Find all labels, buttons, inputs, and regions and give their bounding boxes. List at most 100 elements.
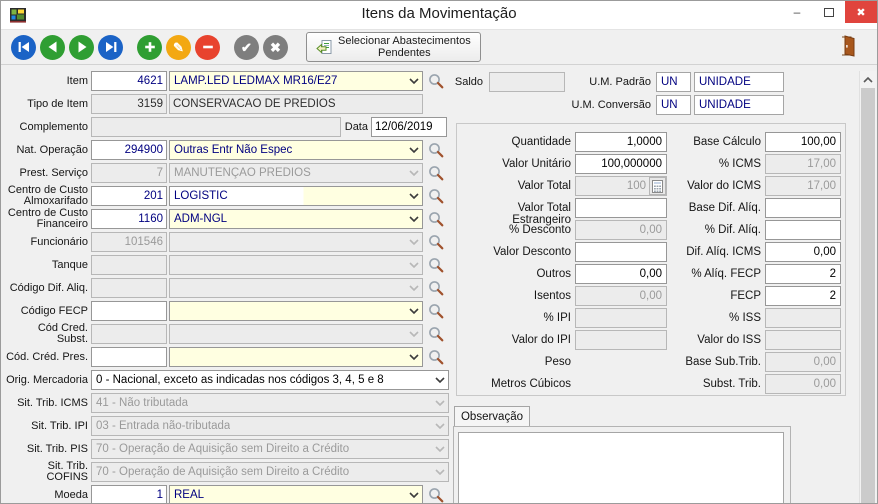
cancel-button[interactable]: ✖ xyxy=(263,35,288,60)
complemento-label: Complemento xyxy=(5,122,91,133)
selecionar-abastecimentos-button[interactable]: Selecionar Abastecimentos Pendentes xyxy=(306,32,481,62)
chevron-down-icon xyxy=(435,446,445,453)
app-logo-icon xyxy=(9,6,27,24)
minimize-button[interactable]: – xyxy=(781,1,813,23)
confirm-button[interactable]: ✔ xyxy=(234,35,259,60)
cod-cred-subst-search-icon[interactable] xyxy=(427,325,445,343)
previous-record-button[interactable] xyxy=(40,35,65,60)
maximize-button[interactable] xyxy=(813,1,845,23)
chevron-down-icon xyxy=(409,147,419,154)
base-dif-aliq-input[interactable] xyxy=(765,198,841,218)
valor-iss-field xyxy=(765,330,841,350)
observacao-textarea[interactable] xyxy=(458,432,784,504)
moeda-combo[interactable]: REAL xyxy=(169,485,423,504)
pct-aliq-fecp-label: % Alíq. FECP xyxy=(647,268,761,280)
pct-aliq-fecp-input[interactable] xyxy=(765,264,841,284)
open-door-icon xyxy=(839,35,857,57)
cod-cred-pres-code-input[interactable] xyxy=(91,347,167,367)
orig-mercadoria-combo[interactable]: 0 - Nacional, exceto as indicadas nos có… xyxy=(91,370,449,390)
prest-servico-label: Prest. Serviço xyxy=(5,168,91,179)
skip-to-last-icon xyxy=(104,40,118,54)
tanque-row: Tanque xyxy=(5,255,445,275)
cc-almoxarifado-row: Centro de Custo Almoxarifado LOGISTIC xyxy=(5,186,445,206)
chevron-down-icon xyxy=(435,377,445,384)
itens-movimentacao-window: Itens da Movimentação – ✖ ✎ xyxy=(0,0,878,504)
um-conversao-unit: UN xyxy=(656,95,691,115)
tipo-item-code xyxy=(91,94,167,114)
tab-observacao[interactable]: Observação xyxy=(454,406,530,427)
cod-cred-pres-label: Cód. Créd. Pres. xyxy=(5,352,91,363)
tanque-search-icon[interactable] xyxy=(427,256,445,274)
moeda-search-icon[interactable] xyxy=(427,486,445,504)
cod-cred-pres-row: Cód. Créd. Pres. xyxy=(5,347,445,367)
next-record-button[interactable] xyxy=(69,35,94,60)
codigo-dif-aliq-label: Código Dif. Aliq. xyxy=(5,283,91,294)
um-padrao-label: U.M. Padrão xyxy=(561,72,651,92)
pct-dif-aliq-input[interactable] xyxy=(765,220,841,240)
codigo-dif-aliq-search-icon[interactable] xyxy=(427,279,445,297)
fecp-input[interactable] xyxy=(765,286,841,306)
codigo-fecp-combo[interactable] xyxy=(169,301,423,321)
cc-almoxarifado-combo[interactable]: LOGISTIC xyxy=(169,186,423,206)
um-padrao-desc: UNIDADE xyxy=(694,72,784,92)
pct-iss-field xyxy=(765,308,841,328)
nat-operacao-code-input[interactable] xyxy=(91,140,167,160)
add-button[interactable] xyxy=(137,35,162,60)
vertical-scrollbar[interactable] xyxy=(859,71,876,503)
codigo-fecp-search-icon[interactable] xyxy=(427,302,445,320)
scrollbar-thumb[interactable] xyxy=(861,88,875,503)
scroll-up-button[interactable] xyxy=(860,71,876,88)
cc-almoxarifado-code-input[interactable] xyxy=(91,186,167,206)
moeda-code-input[interactable] xyxy=(91,485,167,504)
item-code-input[interactable] xyxy=(91,71,167,91)
data-input[interactable] xyxy=(371,117,447,137)
delete-button[interactable] xyxy=(195,35,220,60)
selecionar-label-line1: Selecionar Abastecimentos xyxy=(338,35,471,47)
cc-almoxarifado-search-icon[interactable] xyxy=(427,187,445,205)
sit-trib-icms-label: Sit. Trib. ICMS xyxy=(5,398,91,409)
cc-financeiro-search-icon[interactable] xyxy=(427,210,445,228)
cc-financeiro-row: Centro de Custo Financeiro ADM-NGL xyxy=(5,209,445,229)
sit-trib-ipi-label: Sit. Trib. IPI xyxy=(5,421,91,432)
plus-icon xyxy=(143,40,157,54)
chevron-down-icon xyxy=(409,492,419,499)
cod-cred-pres-combo[interactable] xyxy=(169,347,423,367)
tipo-item-row: Tipo de Item xyxy=(5,94,423,114)
chevron-up-icon xyxy=(863,76,873,83)
cc-financeiro-combo[interactable]: ADM-NGL xyxy=(169,209,423,229)
first-record-button[interactable] xyxy=(11,35,36,60)
item-combo[interactable]: LAMP.LED LEDMAX MR16/E27 xyxy=(169,71,423,91)
um-padrao-unit: UN xyxy=(656,72,691,92)
titlebar: Itens da Movimentação – ✖ xyxy=(1,1,877,29)
pct-iss-label: % ISS xyxy=(647,312,761,324)
pct-icms-label: % ICMS xyxy=(647,158,761,170)
cc-financeiro-label: Centro de Custo Financeiro xyxy=(5,208,91,230)
tipo-item-desc xyxy=(169,94,423,114)
cc-financeiro-code-input[interactable] xyxy=(91,209,167,229)
observacao-page xyxy=(453,426,791,504)
exit-button[interactable] xyxy=(839,35,857,60)
base-calculo-input[interactable] xyxy=(765,132,841,152)
funcionario-label: Funcionário xyxy=(5,237,91,248)
maximize-icon xyxy=(824,8,834,17)
cod-cred-pres-search-icon[interactable] xyxy=(427,348,445,366)
dif-aliq-icms-input[interactable] xyxy=(765,242,841,262)
codigo-fecp-code-input[interactable] xyxy=(91,301,167,321)
pct-dif-aliq-label: % Dif. Alíq. xyxy=(647,224,761,236)
values-groupbox: Quantidade Base Cálculo Valor Unitário %… xyxy=(456,123,846,396)
sit-trib-pis-label: Sit. Trib. PIS xyxy=(5,444,91,455)
isentos-label: Isentos xyxy=(457,290,571,302)
chevron-down-icon xyxy=(409,239,419,246)
moeda-label: Moeda xyxy=(5,490,91,501)
tipo-item-label: Tipo de Item xyxy=(5,99,91,110)
nat-operacao-combo[interactable]: Outras Entr Não Espec xyxy=(169,140,423,160)
close-button[interactable]: ✖ xyxy=(845,1,877,23)
orig-mercadoria-label: Orig. Mercadoria xyxy=(5,375,91,386)
funcionario-search-icon[interactable] xyxy=(427,233,445,251)
last-record-button[interactable] xyxy=(98,35,123,60)
prest-servico-search-icon[interactable] xyxy=(427,164,445,182)
nat-operacao-search-icon[interactable] xyxy=(427,141,445,159)
edit-button[interactable]: ✎ xyxy=(166,35,191,60)
saldo-field xyxy=(489,72,565,92)
um-conversao-desc: UNIDADE xyxy=(694,95,784,115)
